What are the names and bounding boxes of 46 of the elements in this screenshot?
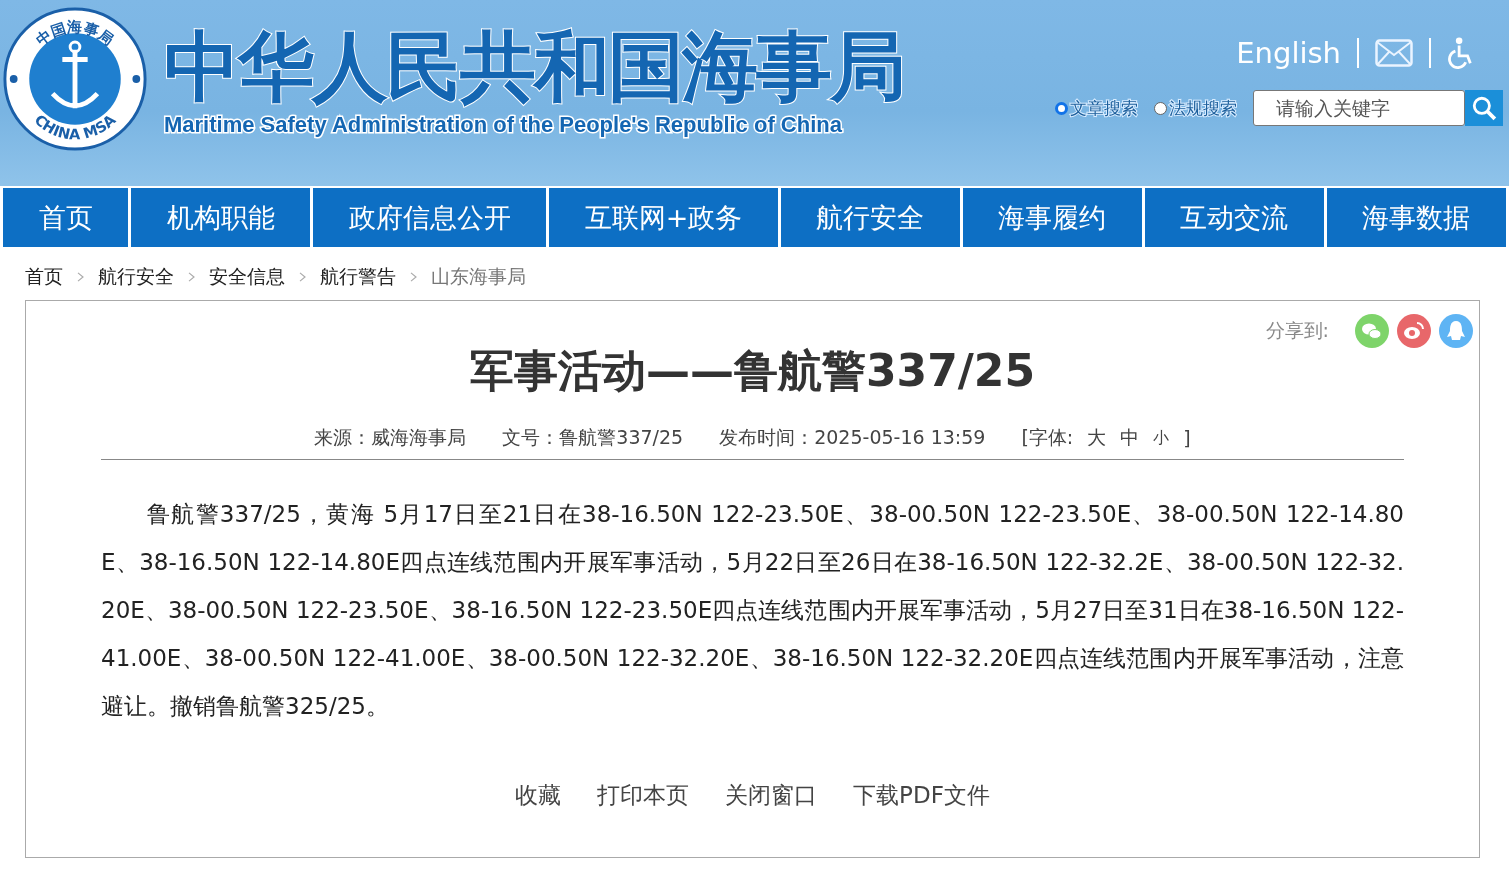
article-title: 军事活动——鲁航警337/25 (468, 344, 1037, 398)
article-action-link[interactable]: 下载PDF文件 (853, 780, 990, 811)
font-size-link[interactable]: 小 (1153, 427, 1170, 449)
search-field[interactable]: 请输入关键字 (1253, 90, 1465, 126)
mail-icon[interactable] (1375, 39, 1413, 67)
site-title: 中华人民共和国海事局 (164, 22, 904, 112)
nav-tab[interactable]: 互动交流 (1144, 188, 1324, 247)
nav-tab[interactable]: 机构职能 (131, 188, 311, 247)
search-icon (1471, 95, 1497, 121)
breadcrumb-link[interactable]: 航行安全 (98, 264, 174, 290)
nav-tab[interactable]: 互联网+政务 (549, 188, 778, 247)
wheelchair-icon[interactable] (1447, 36, 1475, 70)
chat-bubbles-icon[interactable] (1355, 314, 1389, 348)
nav-tab[interactable]: 首页 (3, 188, 129, 247)
font-size-link[interactable]: 中 (1120, 425, 1140, 451)
nav-tab[interactable]: 海事数据 (1326, 188, 1506, 247)
meta-info: 来源：威海海事局 (314, 425, 467, 450)
share-label: 分享到: (1265, 318, 1329, 343)
penguin-icon[interactable] (1439, 314, 1473, 348)
chevron-icon (188, 272, 195, 282)
chevron-icon (410, 272, 417, 282)
breadcrumb-link[interactable]: 安全信息 (209, 264, 285, 290)
eye-swirl-icon[interactable] (1397, 314, 1431, 348)
search-type-radio[interactable]: 法规搜索 (1154, 96, 1237, 120)
nav-tab[interactable]: 海事履约 (962, 188, 1142, 247)
chevron-icon (299, 272, 306, 282)
nav-tab[interactable]: 政府信息公开 (313, 188, 547, 247)
chevron-icon (77, 272, 84, 282)
bracket-text: ] (1183, 427, 1191, 449)
article-action-link[interactable]: 收藏 (515, 780, 562, 811)
article-body: 鲁航警337/25，黄海 5月17日至21日在38-16.50N 122-23.50E、38-00.50N 122-23.50E、38-00.50N 122-14.80E、38-16.50N 122-14.80E四点连线范围内开展军事活动，5月22日至26日在38-16.50N 122-32.2E、38-00.50N 122-32.20E、38-00.50N 122-23.50E、38-16.50N 122-23.50E四点连线范围内开展军事活动，5月27日至31日在38-16.50N 122-41.00E、38-00.50N 122-41.00E、38-00.50N 122-32.20E、38-16.50N 122-32.20E四点连线范围内开展军事活动，注意避让。撤销鲁航警325/25。 (101, 500, 1404, 721)
radio-icon[interactable] (1154, 101, 1167, 115)
meta-info: 发布时间：2025-05-16 13:59 (719, 425, 986, 450)
search-button[interactable] (1465, 90, 1503, 126)
font-size-link[interactable]: 大 (1087, 425, 1107, 451)
nav-tab[interactable]: 航行安全 (780, 188, 960, 247)
breadcrumb-link[interactable]: 山东海事局 (431, 264, 526, 290)
radio-icon[interactable] (1055, 101, 1068, 115)
breadcrumb-link[interactable]: 航行警告 (320, 264, 396, 290)
site-subtitle: Maritime Safety Administration of the People's Republic of China (164, 112, 843, 138)
search-type-radio[interactable]: 文章搜索 (1055, 96, 1138, 120)
article-action-link[interactable]: 打印本页 (597, 780, 690, 811)
article-action-link[interactable]: 关闭窗口 (725, 780, 818, 811)
font-size-label: [字体: (1021, 425, 1074, 450)
meta-info: 文号：鲁航警337/25 (502, 425, 684, 450)
breadcrumb-link[interactable]: 首页 (25, 264, 63, 290)
